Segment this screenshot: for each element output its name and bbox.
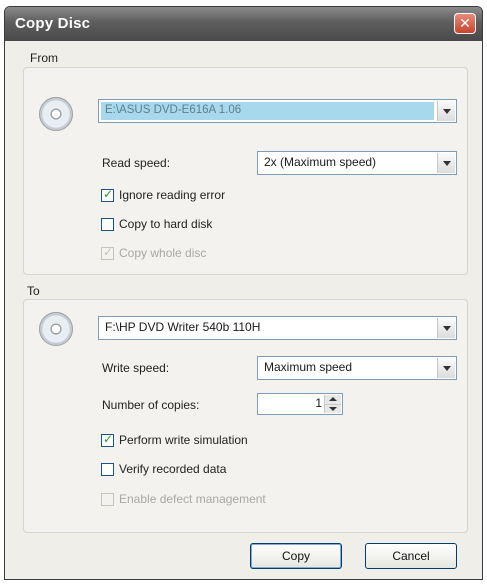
target-drive-value: F:\HP DVD Writer 540b 110H bbox=[105, 320, 261, 334]
checkmark-icon: ✓ bbox=[103, 245, 114, 259]
number-of-copies-label: Number of copies: bbox=[102, 398, 200, 412]
ignore-reading-error-label: Ignore reading error bbox=[119, 188, 226, 202]
perform-write-simulation-label: Perform write simulation bbox=[119, 433, 248, 447]
from-group-label: From bbox=[30, 51, 58, 65]
checkmark-icon: ✓ bbox=[103, 187, 114, 201]
target-drive-select[interactable]: F:\HP DVD Writer 540b 110H bbox=[98, 316, 457, 340]
read-speed-select[interactable]: 2x (Maximum speed) bbox=[257, 151, 457, 175]
verify-recorded-data-label: Verify recorded data bbox=[119, 462, 227, 476]
copy-disc-dialog: Copy Disc ✕ From E:\ASUS DVD-E616A 1.06 … bbox=[4, 6, 483, 580]
spin-up-icon[interactable] bbox=[325, 395, 341, 404]
chevron-down-icon[interactable] bbox=[437, 358, 455, 378]
spin-buttons[interactable] bbox=[324, 395, 341, 413]
write-speed-label: Write speed: bbox=[102, 361, 170, 375]
checkbox-box: ✓ bbox=[101, 245, 114, 260]
write-speed-select[interactable]: Maximum speed bbox=[257, 356, 457, 380]
checkmark-icon: ✓ bbox=[103, 432, 114, 446]
read-speed-label: Read speed: bbox=[102, 156, 171, 170]
disc-icon bbox=[39, 97, 73, 131]
source-drive-select[interactable]: E:\ASUS DVD-E616A 1.06 bbox=[98, 99, 457, 123]
enable-defect-management-label: Enable defect management bbox=[119, 492, 266, 506]
checkbox-box[interactable]: ✓ bbox=[101, 432, 114, 447]
to-group-label: To bbox=[27, 284, 40, 298]
cancel-button[interactable]: Cancel bbox=[365, 543, 457, 569]
read-speed-value: 2x (Maximum speed) bbox=[264, 155, 377, 169]
title-bar[interactable]: Copy Disc ✕ bbox=[5, 7, 482, 41]
spin-down-icon[interactable] bbox=[325, 404, 341, 414]
chevron-down-icon[interactable] bbox=[437, 101, 455, 121]
disc-icon bbox=[39, 312, 73, 346]
checkbox-box[interactable]: ✓ bbox=[101, 187, 114, 202]
copies-stepper[interactable]: 1 bbox=[257, 393, 343, 415]
copies-value: 1 bbox=[315, 396, 322, 410]
source-drive-value: E:\ASUS DVD-E616A 1.06 bbox=[101, 102, 434, 120]
chevron-down-icon[interactable] bbox=[437, 318, 455, 338]
copy-to-hard-disk-label: Copy to hard disk bbox=[119, 217, 213, 231]
checkbox-box[interactable] bbox=[101, 218, 114, 231]
copy-button[interactable]: Copy bbox=[250, 543, 342, 569]
close-button[interactable]: ✕ bbox=[454, 13, 476, 34]
chevron-down-icon[interactable] bbox=[437, 153, 455, 173]
close-icon: ✕ bbox=[459, 15, 471, 31]
checkbox-box bbox=[101, 493, 114, 506]
dialog-title: Copy Disc bbox=[15, 15, 91, 32]
checkbox-box[interactable] bbox=[101, 463, 114, 476]
write-speed-value: Maximum speed bbox=[264, 360, 353, 374]
dialog-body: From E:\ASUS DVD-E616A 1.06 Read speed: … bbox=[5, 41, 482, 579]
copy-whole-disc-label: Copy whole disc bbox=[119, 246, 207, 260]
